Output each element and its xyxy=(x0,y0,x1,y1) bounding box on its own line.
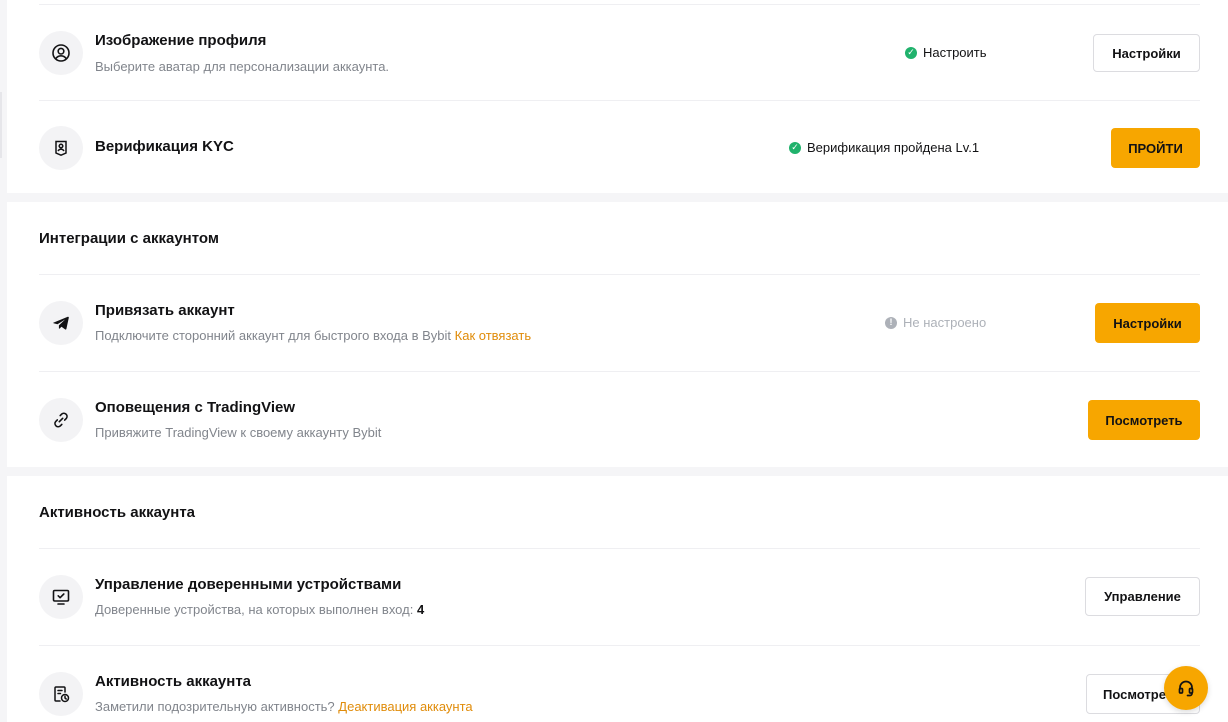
profile-image-title: Изображение профиля xyxy=(95,32,267,49)
tradingview-description: Привяжите TradingView к своему аккаунту … xyxy=(95,425,382,440)
link-account-status: ! Не настроено xyxy=(885,315,986,330)
trusted-devices-description-text: Доверенные устройства, на которых выполн… xyxy=(95,602,414,617)
trusted-devices-description: Доверенные устройства, на которых выполн… xyxy=(95,602,424,617)
security-settings-page: Изображение профиля Выберите аватар для … xyxy=(0,0,1228,722)
profile-image-settings-button[interactable]: Настройки xyxy=(1093,34,1200,72)
link-icon xyxy=(39,398,83,442)
kyc-status: ✓ Верификация пройдена Lv.1 xyxy=(789,140,979,155)
id-badge-icon xyxy=(39,126,83,170)
headset-icon xyxy=(1178,680,1194,697)
trusted-devices-title: Управление доверенными устройствами xyxy=(95,576,402,593)
section-separator xyxy=(7,467,1228,476)
check-circle-icon: ✓ xyxy=(789,141,801,154)
profile-section xyxy=(7,0,1228,193)
divider xyxy=(39,100,1200,101)
link-account-description-text: Подключите сторонний аккаунт для быстрог… xyxy=(95,328,452,343)
account-activity-description: Заметили подозрительную активность? Деак… xyxy=(95,699,473,714)
deactivate-account-link[interactable]: Деактивация аккаунта xyxy=(338,699,472,714)
document-clock-icon xyxy=(39,672,83,716)
kyc-title: Верификация KYC xyxy=(95,138,234,155)
trusted-devices-count: 4 xyxy=(416,602,425,617)
support-chat-button[interactable] xyxy=(1164,666,1208,710)
tradingview-view-button[interactable]: Посмотреть xyxy=(1088,400,1200,440)
user-circle-icon xyxy=(39,31,83,75)
telegram-icon xyxy=(39,301,83,345)
divider xyxy=(39,548,1200,549)
profile-image-status: ✓ Настроить xyxy=(905,45,987,60)
tradingview-title: Оповещения с TradingView xyxy=(95,399,296,416)
section-separator xyxy=(7,193,1228,202)
link-account-title: Привязать аккаунт xyxy=(95,302,235,319)
divider xyxy=(39,274,1200,275)
kyc-status-text: Верификация пройдена Lv.1 xyxy=(807,140,980,155)
kyc-verify-button[interactable]: ПРОЙТИ xyxy=(1111,128,1200,168)
link-account-description: Подключите сторонний аккаунт для быстрог… xyxy=(95,328,531,343)
left-rail xyxy=(0,0,7,722)
activity-section-title: Активность аккаунта xyxy=(39,504,196,521)
monitor-check-icon xyxy=(39,575,83,619)
link-account-status-text: Не настроено xyxy=(903,315,987,330)
profile-image-description: Выберите аватар для персонализации аккау… xyxy=(95,59,390,74)
how-to-unlink-link[interactable]: Как отвязать xyxy=(455,328,531,343)
trusted-devices-manage-button[interactable]: Управление xyxy=(1085,577,1200,616)
integrations-section-title: Интеграции с аккаунтом xyxy=(39,230,219,247)
divider xyxy=(39,4,1200,5)
profile-image-status-text: Настроить xyxy=(923,45,987,60)
info-circle-icon: ! xyxy=(885,316,897,329)
account-activity-description-text: Заметили подозрительную активность? xyxy=(95,699,335,714)
account-activity-title: Активность аккаунта xyxy=(95,673,252,690)
divider xyxy=(39,371,1200,372)
check-circle-icon: ✓ xyxy=(905,46,917,59)
left-rail-marker xyxy=(0,92,2,158)
divider xyxy=(39,645,1200,646)
link-account-settings-button[interactable]: Настройки xyxy=(1095,303,1200,343)
